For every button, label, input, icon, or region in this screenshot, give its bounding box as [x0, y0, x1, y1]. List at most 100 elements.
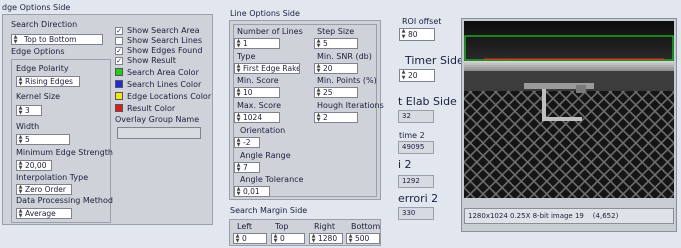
spin-arrows-icon[interactable]: ▲ ▼	[316, 39, 321, 48]
spin-arrows-icon[interactable]: ▲ ▼	[236, 39, 241, 48]
image-coords-text: (4,652)	[592, 212, 619, 220]
spin-arrows-icon[interactable]: ▲ ▼	[236, 88, 241, 97]
margin-left-label: Left	[237, 222, 253, 231]
spin-arrows-icon[interactable]: ▲ ▼	[236, 113, 241, 122]
search-direction-select[interactable]: ▲ ▼ Top to Bottom	[11, 34, 103, 45]
search-area-color-label: Search Area Color	[127, 68, 199, 77]
search-margin-panel: Left Top Right Bottom ▲ ▼ 0 ▲ ▼ 0 ▲ ▼ 1280 …	[229, 219, 381, 246]
spin-arrows-icon[interactable]: ▲ ▼	[236, 187, 241, 196]
elab-side-value: 32	[398, 110, 434, 123]
edge-polarity-select[interactable]: ▲ ▼ Rising Edges	[16, 76, 80, 87]
show-result-label: Show Result	[127, 56, 176, 65]
data-processing-select[interactable]: ▲ ▼ Average	[16, 208, 72, 219]
spin-arrows-icon[interactable]: ▲ ▼	[316, 64, 321, 73]
search-area-color-swatch[interactable]	[115, 68, 123, 76]
min-points-input[interactable]: ▲ ▼ 25	[314, 87, 358, 98]
result-color-swatch[interactable]	[115, 104, 123, 112]
i2-value: 1292	[398, 175, 434, 188]
spin-arrows-icon[interactable]: ▲ ▼	[18, 161, 23, 170]
camera-image[interactable]	[464, 21, 674, 198]
margin-bottom-input[interactable]: ▲ ▼ 500	[346, 233, 380, 244]
spin-arrows-icon[interactable]: ▲ ▼	[311, 234, 316, 243]
image-info-text: 1280x1024 0.25X 8-bit image 19	[468, 212, 584, 220]
show-search-area-label: Show Search Area	[127, 26, 200, 35]
search-lines-color-swatch[interactable]	[115, 80, 123, 88]
margin-right-input[interactable]: ▲ ▼ 1280	[309, 233, 343, 244]
spin-arrows-icon[interactable]: ▲ ▼	[18, 185, 23, 194]
search-direction-label: Search Direction	[11, 20, 78, 29]
spin-arrows-icon[interactable]: ▲ ▼	[13, 35, 18, 44]
show-edges-found-checkbox[interactable]: ✓	[115, 47, 123, 55]
min-edge-strength-label: Minimum Edge Strength	[16, 148, 113, 157]
spin-arrows-icon[interactable]: ▲ ▼	[273, 234, 278, 243]
min-snr-input[interactable]: ▲ ▼ 20	[314, 63, 358, 74]
edge-polarity-label: Edge Polarity	[16, 64, 69, 73]
spin-arrows-icon[interactable]: ▲ ▼	[348, 234, 353, 243]
margin-top-input[interactable]: ▲ ▼ 0	[271, 233, 305, 244]
spin-arrows-icon[interactable]: ▲ ▼	[18, 209, 23, 218]
step-size-label: Step Size	[317, 27, 355, 36]
min-snr-label: Min. SNR (db)	[317, 52, 372, 61]
spin-arrows-icon[interactable]: ▲ ▼	[236, 64, 241, 73]
show-result-checkbox[interactable]: ✓	[115, 57, 123, 65]
roi-offset-label: ROI offset	[402, 17, 442, 26]
margin-bottom-label: Bottom	[351, 222, 381, 231]
type-label: Type	[237, 52, 256, 61]
step-size-input[interactable]: ▲ ▼ 5	[314, 38, 358, 49]
show-edges-found-label: Show Edges Found	[127, 46, 203, 55]
margin-left-input[interactable]: ▲ ▼ 0	[233, 233, 267, 244]
spin-arrows-icon[interactable]: ▲ ▼	[236, 163, 241, 172]
line-options-title: Line Options Side	[230, 9, 300, 18]
spin-arrows-icon[interactable]: ▲ ▼	[316, 88, 321, 97]
hough-iterations-input[interactable]: ▲ ▼ 2	[314, 112, 358, 123]
overlay-group-input[interactable]	[117, 127, 201, 139]
show-search-area-checkbox[interactable]: ✓	[115, 27, 123, 35]
spin-arrows-icon[interactable]: ▲ ▼	[401, 29, 406, 39]
line-options-panel: Number of Lines Step Size ▲ ▼ 1 ▲ ▼ 5 Type…	[229, 20, 384, 200]
i2-label: i 2	[398, 158, 412, 171]
errori2-label: errori 2	[398, 192, 439, 205]
angle-range-label: Angle Range	[240, 151, 291, 160]
width-input[interactable]: ▲ ▼ 5	[16, 134, 70, 145]
timer-side-label: Timer Side	[405, 54, 464, 67]
data-processing-label: Data Processing Method	[16, 196, 113, 205]
show-search-lines-checkbox[interactable]	[115, 37, 123, 45]
angle-range-input[interactable]: ▲ ▼ 7	[234, 162, 260, 173]
spin-arrows-icon[interactable]: ▲ ▼	[316, 113, 321, 122]
min-points-label: Min. Points (%)	[317, 76, 377, 85]
timer-side-input[interactable]: ▲ ▼ 20	[399, 69, 435, 82]
errori2-value: 330	[398, 207, 434, 220]
roi-offset-input[interactable]: ▲ ▼ 80	[399, 28, 435, 41]
edge-locations-color-label: Edge Locations Color	[127, 92, 212, 101]
spin-arrows-icon[interactable]: ▲ ▼	[401, 70, 406, 80]
spin-arrows-icon[interactable]: ▲ ▼	[235, 234, 240, 243]
overlay-group-label: Overlay Group Name	[115, 115, 200, 124]
edge-locations-color-swatch[interactable]	[115, 92, 123, 100]
min-score-input[interactable]: ▲ ▼ 10	[234, 87, 280, 98]
min-score-label: Min. Score	[237, 76, 279, 85]
margin-right-label: Right	[314, 222, 336, 231]
number-of-lines-label: Number of Lines	[237, 27, 303, 36]
orientation-input[interactable]: ▲ ▼ -2	[234, 137, 260, 148]
margin-top-label: Top	[275, 222, 289, 231]
elab-side-label: t Elab Side	[398, 95, 457, 108]
max-score-label: Max. Score	[237, 101, 282, 110]
time2-label: time 2	[399, 131, 425, 140]
edge-options-panel: Search Direction ▲ ▼ Top to Bottom Edge O…	[2, 14, 213, 225]
result-color-label: Result Color	[127, 104, 176, 113]
min-edge-strength-input[interactable]: ▲ ▼ 20,00	[16, 160, 52, 171]
angle-tolerance-input[interactable]: ▲ ▼ 0,01	[234, 186, 270, 197]
spin-arrows-icon[interactable]: ▲ ▼	[18, 106, 23, 115]
type-select[interactable]: ▲ ▼ First Edge Rake	[234, 63, 300, 74]
camera-image-svg	[464, 21, 674, 198]
time2-value: 49095	[398, 141, 434, 154]
number-of-lines-input[interactable]: ▲ ▼ 1	[234, 38, 280, 49]
spin-arrows-icon[interactable]: ▲ ▼	[236, 138, 241, 147]
angle-tolerance-label: Angle Tolerance	[240, 175, 304, 184]
spin-arrows-icon[interactable]: ▲ ▼	[18, 135, 23, 144]
kernel-size-input[interactable]: ▲ ▼ 3	[16, 105, 42, 116]
width-label: Width	[16, 122, 40, 131]
interpolation-select[interactable]: ▲ ▼ Zero Order	[16, 184, 72, 195]
spin-arrows-icon[interactable]: ▲ ▼	[18, 77, 23, 86]
max-score-input[interactable]: ▲ ▼ 1024	[234, 112, 280, 123]
